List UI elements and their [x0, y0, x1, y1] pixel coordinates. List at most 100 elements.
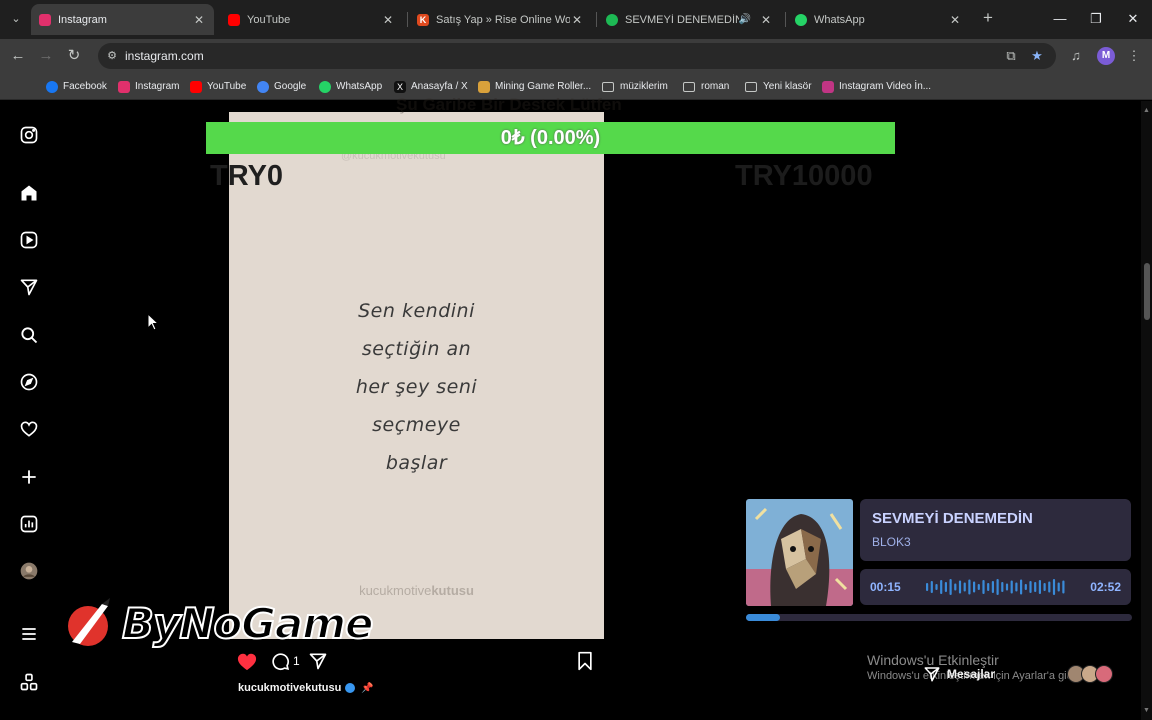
more-menu-icon[interactable]	[17, 622, 41, 646]
whatsapp-icon	[319, 80, 331, 93]
minimize-icon[interactable]: —	[1049, 8, 1071, 30]
waveform-bar	[1020, 579, 1023, 595]
menu-kebab-icon[interactable]: ⋮	[1125, 47, 1143, 65]
instagram-logo-icon[interactable]	[17, 123, 41, 147]
explore-icon[interactable]	[17, 370, 41, 394]
now-playing-time: 00:15 02:52	[860, 569, 1131, 605]
scroll-up-icon[interactable]: ▲	[1143, 107, 1150, 114]
folder-icon	[602, 81, 614, 92]
tab-instagram[interactable]: Instagram ✕	[31, 4, 214, 35]
tab-spotify[interactable]: SEVMEYİ DENEMEDİN • BL 🔊 ✕	[598, 4, 781, 35]
waveform-bar	[1005, 583, 1009, 591]
restore-icon[interactable]: ❐	[1085, 8, 1107, 30]
close-tab-icon[interactable]: ✕	[570, 13, 584, 27]
scrollbar-thumb[interactable]	[1144, 263, 1150, 320]
comment-icon[interactable]	[270, 650, 290, 672]
bookmark-instagram-video[interactable]: Instagram Video İn...	[822, 79, 931, 94]
scroll-down-icon[interactable]: ▼	[1143, 707, 1150, 714]
bookmark-folder-roman[interactable]: roman	[683, 79, 729, 94]
reels-icon[interactable]	[17, 228, 41, 252]
bookmark-facebook[interactable]: Facebook	[46, 79, 107, 94]
instagram-icon	[39, 13, 51, 26]
waveform-bar	[954, 583, 957, 591]
forward-icon[interactable]: →	[36, 46, 56, 66]
bookmark-whatsapp[interactable]: WhatsApp	[319, 79, 382, 94]
messages-dock[interactable]: Mesajlar	[923, 661, 1113, 687]
tab-search-chevron-icon[interactable]: ⌄	[6, 9, 26, 29]
tab-divider	[596, 12, 597, 27]
bookmark-label: YouTube	[207, 81, 247, 92]
bookmark-google[interactable]: Google	[257, 79, 306, 94]
waveform-bar	[926, 583, 929, 591]
audio-playing-icon[interactable]: 🔊	[739, 14, 751, 25]
close-tab-icon[interactable]: ✕	[381, 13, 395, 27]
waveform-bar	[1034, 582, 1037, 592]
waveform-bar	[930, 581, 933, 593]
bookmark-x[interactable]: X Anasayfa / X	[394, 79, 468, 94]
bookmark-folder-muziklerim[interactable]: müziklerim	[602, 79, 668, 94]
quote-line: başlar	[385, 452, 448, 474]
tab-youtube[interactable]: YouTube ✕	[220, 4, 403, 35]
tab-title: Instagram	[58, 13, 107, 26]
waveform-bar	[1048, 581, 1051, 593]
new-tab-button[interactable]: +	[979, 9, 997, 27]
tab-title: Satış Yap » Rise Online World M	[436, 13, 570, 26]
profile-avatar[interactable]: M	[1097, 47, 1115, 65]
tab-whatsapp[interactable]: WhatsApp ✕	[787, 4, 970, 35]
install-app-icon[interactable]: ⧉	[1002, 47, 1020, 65]
bookmark-youtube[interactable]: YouTube	[190, 79, 246, 94]
bookmark-label: Mining Game Roller...	[495, 81, 592, 92]
faint-post-title: Şu Garibe Bir Destek Lütfen	[396, 95, 622, 114]
waveform-bar	[982, 580, 985, 594]
tab-rise-online[interactable]: K Satış Yap » Rise Online World M ✕	[409, 4, 592, 35]
song-title: SEVMEYİ DENEMEDİN	[872, 510, 1033, 527]
address-bar[interactable]: ⚙ instagram.com ⧉ ★	[98, 43, 1056, 69]
bookmark-label: Instagram Video İn...	[839, 81, 932, 92]
close-tab-icon[interactable]: ✕	[948, 13, 962, 27]
song-progress-bar	[746, 614, 1132, 621]
notifications-icon[interactable]	[17, 417, 41, 441]
waveform-bar	[1043, 583, 1046, 591]
youtube-icon	[228, 13, 240, 26]
media-controls-icon[interactable]: ♫	[1067, 47, 1085, 65]
like-heart-icon[interactable]	[236, 650, 258, 672]
reload-icon[interactable]: ↻	[64, 46, 84, 66]
bookmark-star-icon[interactable]: ★	[1028, 47, 1046, 65]
bookmark-folder-yeni-klasor[interactable]: Yeni klasör	[745, 79, 812, 94]
create-icon[interactable]	[17, 465, 41, 489]
back-icon[interactable]: ←	[8, 46, 28, 66]
site-info-icon[interactable]: ⚙	[103, 47, 121, 65]
message-avatar[interactable]	[1095, 665, 1113, 683]
browser-toolbar: ← → ↻ ⚙ instagram.com ⧉ ★ ♫ M ⋮	[0, 39, 1152, 73]
author-username[interactable]: kucukmotivekutusu	[238, 682, 341, 694]
instagram-icon	[118, 80, 130, 93]
threads-icon[interactable]	[17, 670, 41, 694]
search-icon[interactable]	[17, 323, 41, 347]
post-author[interactable]: kucukmotivekutusu 📌	[238, 682, 374, 694]
messages-icon[interactable]	[17, 275, 41, 299]
profile-avatar[interactable]	[17, 559, 41, 583]
close-tab-icon[interactable]: ✕	[192, 13, 206, 27]
bookmark-label: Anasayfa / X	[411, 81, 468, 92]
quote-line: seçtiğin an	[361, 338, 472, 360]
window-close-icon[interactable]: ✕	[1122, 8, 1144, 30]
song-duration: 02:52	[1090, 580, 1121, 594]
share-icon[interactable]	[308, 650, 328, 672]
bookmark-label: müziklerim	[620, 81, 668, 92]
bookmark-instagram[interactable]: Instagram	[118, 79, 179, 94]
save-bookmark-icon[interactable]	[576, 650, 594, 672]
waveform-bar	[963, 582, 966, 592]
close-tab-icon[interactable]: ✕	[759, 13, 773, 27]
dashboard-icon[interactable]	[17, 512, 41, 536]
page-scrollbar[interactable]: ▲ ▼	[1141, 101, 1152, 720]
post-image[interactable]: @kucukmotivekutusu Sen kendini seçtiğin …	[229, 112, 604, 639]
waveform-bar	[1029, 581, 1032, 593]
post-actions: 1	[236, 650, 596, 672]
waveform-bar	[1010, 580, 1013, 594]
url-text[interactable]: instagram.com	[125, 49, 204, 63]
home-icon[interactable]	[17, 181, 41, 205]
comment-count: 1	[293, 654, 300, 668]
bookmark-mining-game[interactable]: Mining Game Roller...	[478, 79, 591, 94]
waveform-bar	[996, 579, 999, 595]
tab-divider	[785, 12, 786, 27]
